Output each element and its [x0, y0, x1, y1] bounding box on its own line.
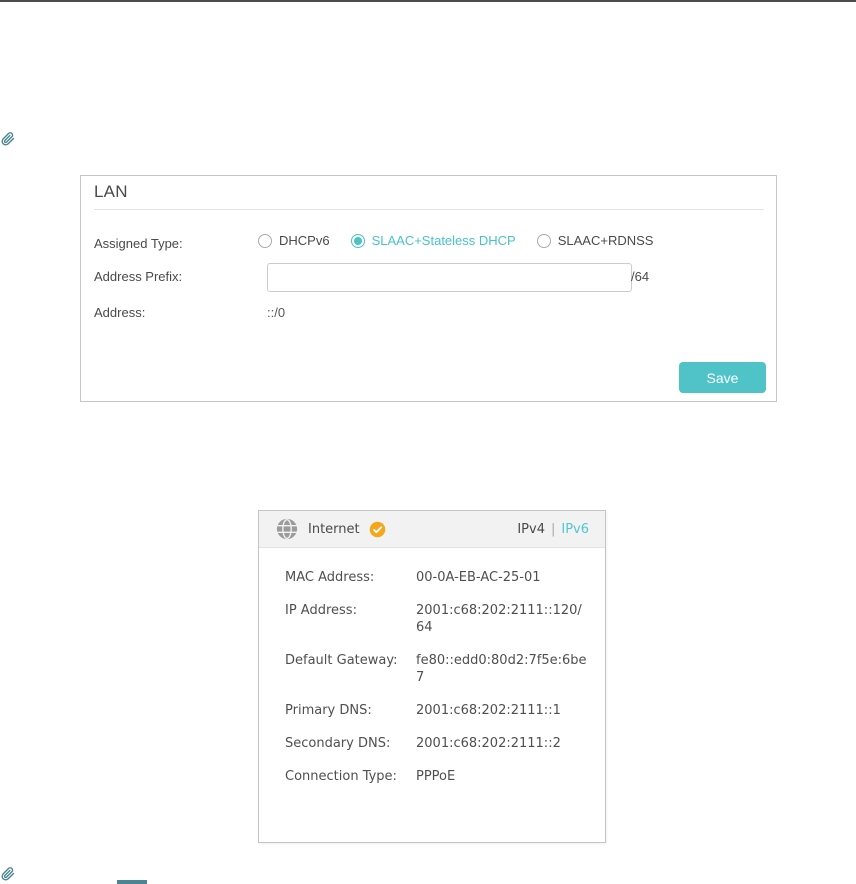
info-label: Secondary DNS: — [285, 736, 391, 751]
note-paperclip-icon — [1, 131, 15, 147]
prefix-length-suffix: /64 — [631, 269, 650, 284]
inline-save-button-fragment — [117, 880, 147, 884]
info-label: Default Gateway: — [285, 653, 398, 668]
info-label: Primary DNS: — [285, 703, 372, 718]
address-prefix-input[interactable] — [267, 263, 632, 292]
internet-card-body: MAC Address: 00-0A-EB-AC-25-01 IP Addres… — [259, 548, 605, 785]
radio-option-label: SLAAC+Stateless DHCP — [371, 233, 516, 248]
tab-ipv4[interactable]: IPv4 — [517, 522, 545, 537]
note-paperclip-icon — [1, 866, 15, 882]
radio-option-slaac-stateless-dhcp[interactable]: SLAAC+Stateless DHCP — [350, 233, 516, 248]
info-row-secondary-dns: Secondary DNS: 2001:c68:202:2111::2 — [285, 735, 591, 752]
address-value: ::/0 — [267, 305, 286, 320]
internet-card-header: Internet IPv4 | IPv6 — [259, 511, 605, 548]
connected-check-icon — [369, 521, 386, 538]
info-row-default-gateway: Default Gateway: fe80::edd0:80d2:7f5e:6b… — [285, 652, 591, 686]
page-top-rule — [0, 0, 856, 2]
address-label: Address: — [94, 305, 146, 320]
info-value: 2001:c68:202:2111::2 — [416, 736, 561, 751]
lan-title-divider — [94, 209, 764, 210]
internet-status-card: Internet IPv4 | IPv6 MAC Address: 00-0A-… — [258, 510, 606, 843]
info-value: 2001:c68:202:2111::1 — [416, 703, 561, 718]
internet-card-title: Internet — [308, 521, 360, 537]
tab-separator: | — [550, 521, 556, 537]
info-value: fe80::edd0:80d2:7f5e:6be7 — [416, 653, 587, 685]
radio-option-dhcpv6[interactable]: DHCPv6 — [258, 233, 330, 248]
tab-ipv6[interactable]: IPv6 — [561, 522, 589, 537]
info-row-connection-type: Connection Type: PPPoE — [285, 768, 591, 785]
save-button[interactable]: Save — [679, 362, 766, 393]
radio-option-label: DHCPv6 — [279, 233, 330, 248]
lan-panel-title: LAN — [94, 182, 128, 201]
lan-settings-panel: LAN Assigned Type: DHCPv6 SLAAC+Stateles… — [80, 175, 777, 402]
info-row-primary-dns: Primary DNS: 2001:c68:202:2111::1 — [285, 702, 591, 719]
radio-option-label: SLAAC+RDNSS — [557, 233, 654, 248]
info-label: MAC Address: — [285, 570, 375, 585]
info-label: IP Address: — [285, 603, 357, 618]
info-row-mac-address: MAC Address: 00-0A-EB-AC-25-01 — [285, 569, 591, 586]
info-value: 2001:c68:202:2111::120/64 — [416, 603, 582, 635]
manual-page: LAN Assigned Type: DHCPv6 SLAAC+Stateles… — [0, 0, 856, 884]
info-row-ip-address: IP Address: 2001:c68:202:2111::120/64 — [285, 602, 591, 636]
assigned-type-radio-group: DHCPv6 SLAAC+Stateless DHCP SLAAC+RDNSS — [258, 233, 653, 248]
info-label: Connection Type: — [285, 769, 397, 784]
assigned-type-label: Assigned Type: — [94, 236, 183, 251]
radio-icon — [536, 233, 551, 248]
radio-icon-selected — [350, 233, 365, 248]
radio-option-slaac-rdnss[interactable]: SLAAC+RDNSS — [536, 233, 654, 248]
radio-icon — [258, 233, 272, 248]
globe-icon — [276, 518, 298, 540]
info-value: PPPoE — [416, 769, 456, 784]
info-value: 00-0A-EB-AC-25-01 — [416, 570, 541, 585]
address-prefix-label: Address Prefix: — [94, 269, 183, 284]
